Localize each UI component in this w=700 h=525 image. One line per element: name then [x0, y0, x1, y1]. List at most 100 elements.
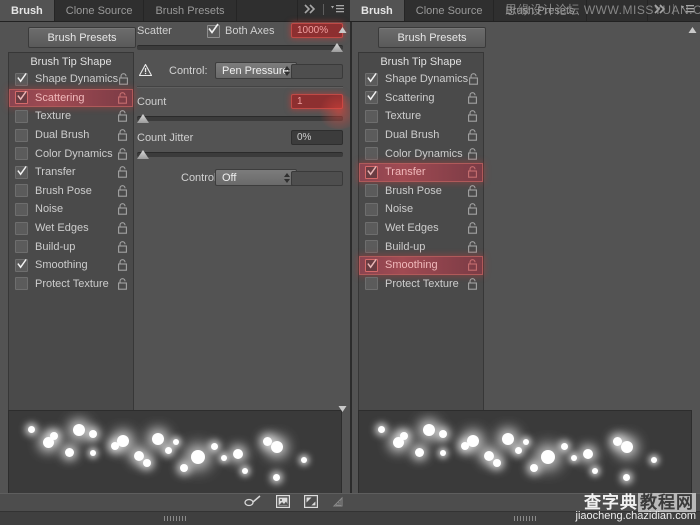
count-slider[interactable] [137, 113, 343, 124]
lock-icon[interactable] [467, 110, 478, 123]
brush-option-checkbox[interactable] [365, 109, 378, 123]
tab-brush-presets-2[interactable]: Brush Presets [494, 0, 587, 21]
brush-option-checkbox[interactable] [15, 128, 28, 142]
lock-icon[interactable] [117, 203, 128, 216]
panel-menu-icon[interactable] [330, 4, 344, 17]
brush-presets-button-right[interactable]: Brush Presets [378, 27, 486, 48]
brush-option-row[interactable]: Dual Brush [9, 126, 133, 145]
scroll-down-arrow-left[interactable] [338, 404, 347, 412]
lock-icon[interactable] [117, 129, 128, 141]
brush-option-row[interactable]: Transfer [359, 162, 483, 182]
brush-option-checkbox[interactable] [365, 147, 378, 161]
brush-option-row[interactable]: Scattering [9, 88, 133, 108]
brush-stroke-icon[interactable] [244, 495, 262, 511]
brush-option-row[interactable]: Color Dynamics [359, 144, 483, 163]
lock-icon[interactable] [117, 259, 128, 271]
brush-option-row[interactable]: Transfer [9, 163, 133, 182]
brush-option-row[interactable]: Shape Dynamics [9, 70, 133, 89]
brush-option-checkbox[interactable] [365, 128, 378, 142]
brush-option-row[interactable]: Texture [359, 107, 483, 126]
brush-option-row[interactable]: Protect Texture [359, 275, 483, 294]
tab-brush-presets[interactable]: Brush Presets [144, 0, 237, 21]
brush-tip-shape-header-right[interactable]: Brush Tip Shape [359, 53, 483, 70]
double-chevron-right-icon[interactable] [304, 4, 318, 17]
lock-icon[interactable] [467, 129, 478, 141]
brush-option-checkbox[interactable] [15, 72, 28, 86]
scatter-control-select[interactable]: Pen Pressure [215, 62, 297, 79]
lock-icon[interactable] [467, 166, 478, 179]
count-jitter-value-field[interactable]: 0% [291, 130, 343, 145]
brush-option-checkbox[interactable] [365, 258, 378, 272]
brush-option-checkbox[interactable] [15, 277, 28, 291]
resize-grip-icon[interactable] [682, 496, 693, 510]
brush-option-row[interactable]: Wet Edges [9, 219, 133, 238]
brush-option-checkbox[interactable] [15, 258, 28, 272]
brush-option-checkbox[interactable] [15, 109, 28, 123]
brush-option-checkbox[interactable] [15, 184, 28, 198]
both-axes-checkbox[interactable] [207, 23, 220, 38]
lock-icon[interactable] [117, 147, 128, 160]
brush-option-row[interactable]: Smoothing [9, 256, 133, 275]
brush-option-row[interactable]: Build-up [9, 237, 133, 256]
lock-icon[interactable] [467, 222, 478, 234]
lock-icon[interactable] [117, 110, 128, 123]
brush-option-checkbox[interactable] [15, 91, 28, 105]
lock-icon[interactable] [467, 240, 478, 253]
brush-option-row[interactable]: Build-up [359, 237, 483, 256]
brush-option-checkbox[interactable] [365, 72, 378, 86]
brush-option-checkbox[interactable] [15, 221, 28, 235]
brush-option-row[interactable]: Scattering [359, 89, 483, 108]
lock-icon[interactable] [118, 73, 129, 86]
lock-icon[interactable] [117, 92, 128, 104]
panel-grip-bar-left[interactable] [0, 511, 350, 525]
brush-option-row[interactable]: Shape Dynamics [359, 70, 483, 89]
lock-icon[interactable] [468, 73, 479, 86]
panel-grip-bar-right[interactable] [350, 511, 700, 525]
tab-brush-2[interactable]: Brush [350, 0, 405, 21]
brush-option-checkbox[interactable] [365, 184, 378, 198]
brush-option-row[interactable]: Brush Pose [9, 182, 133, 201]
brush-option-checkbox[interactable] [365, 221, 378, 235]
count-jitter-slider[interactable] [137, 149, 343, 160]
brush-options-list-right[interactable]: Brush Tip Shape Shape Dynamics Scattering… [358, 52, 484, 412]
scatter-value-field[interactable]: 1000% [291, 23, 343, 38]
scroll-up-arrow-right[interactable] [688, 25, 697, 33]
brush-option-checkbox[interactable] [365, 91, 378, 105]
lock-icon[interactable] [467, 92, 478, 104]
lock-icon[interactable] [467, 277, 478, 290]
lock-icon[interactable] [117, 277, 128, 290]
count-value-field[interactable]: 1 [291, 94, 343, 109]
brush-options-list-left[interactable]: Brush Tip Shape Shape Dynamics Scattering… [8, 52, 134, 412]
brush-option-checkbox[interactable] [365, 165, 378, 179]
scatter-slider[interactable] [137, 42, 343, 53]
brush-option-row[interactable]: Texture [9, 107, 133, 126]
brush-option-row[interactable]: Noise [359, 200, 483, 219]
brush-option-checkbox[interactable] [365, 202, 378, 216]
brush-option-row[interactable]: Brush Pose [359, 182, 483, 201]
brush-option-checkbox[interactable] [15, 202, 28, 216]
lock-icon[interactable] [117, 185, 128, 197]
brush-option-row[interactable]: Smoothing [359, 255, 483, 275]
brush-tip-shape-header-left[interactable]: Brush Tip Shape [9, 53, 133, 70]
double-chevron-right-icon[interactable] [654, 4, 668, 17]
lock-icon[interactable] [117, 166, 128, 179]
brush-option-row[interactable]: Wet Edges [359, 219, 483, 238]
lock-icon[interactable] [467, 185, 478, 197]
lock-icon[interactable] [117, 222, 128, 234]
tab-clone-source-2[interactable]: Clone Source [405, 0, 495, 21]
lock-icon[interactable] [467, 147, 478, 160]
brush-option-checkbox[interactable] [365, 240, 378, 254]
brush-option-row[interactable]: Dual Brush [359, 126, 483, 145]
brush-option-checkbox[interactable] [365, 277, 378, 291]
brush-option-row[interactable]: Color Dynamics [9, 144, 133, 163]
tab-clone-source[interactable]: Clone Source [55, 0, 145, 21]
brush-presets-button-left[interactable]: Brush Presets [28, 27, 136, 48]
brush-option-checkbox[interactable] [15, 165, 28, 179]
brush-option-row[interactable]: Noise [9, 200, 133, 219]
tab-brush[interactable]: Brush [0, 0, 55, 21]
lock-icon[interactable] [467, 203, 478, 216]
resize-grip-icon[interactable] [332, 496, 343, 510]
brush-option-row[interactable]: Protect Texture [9, 275, 133, 294]
lock-icon[interactable] [467, 259, 478, 271]
scatter-control-value-field[interactable] [291, 64, 343, 79]
